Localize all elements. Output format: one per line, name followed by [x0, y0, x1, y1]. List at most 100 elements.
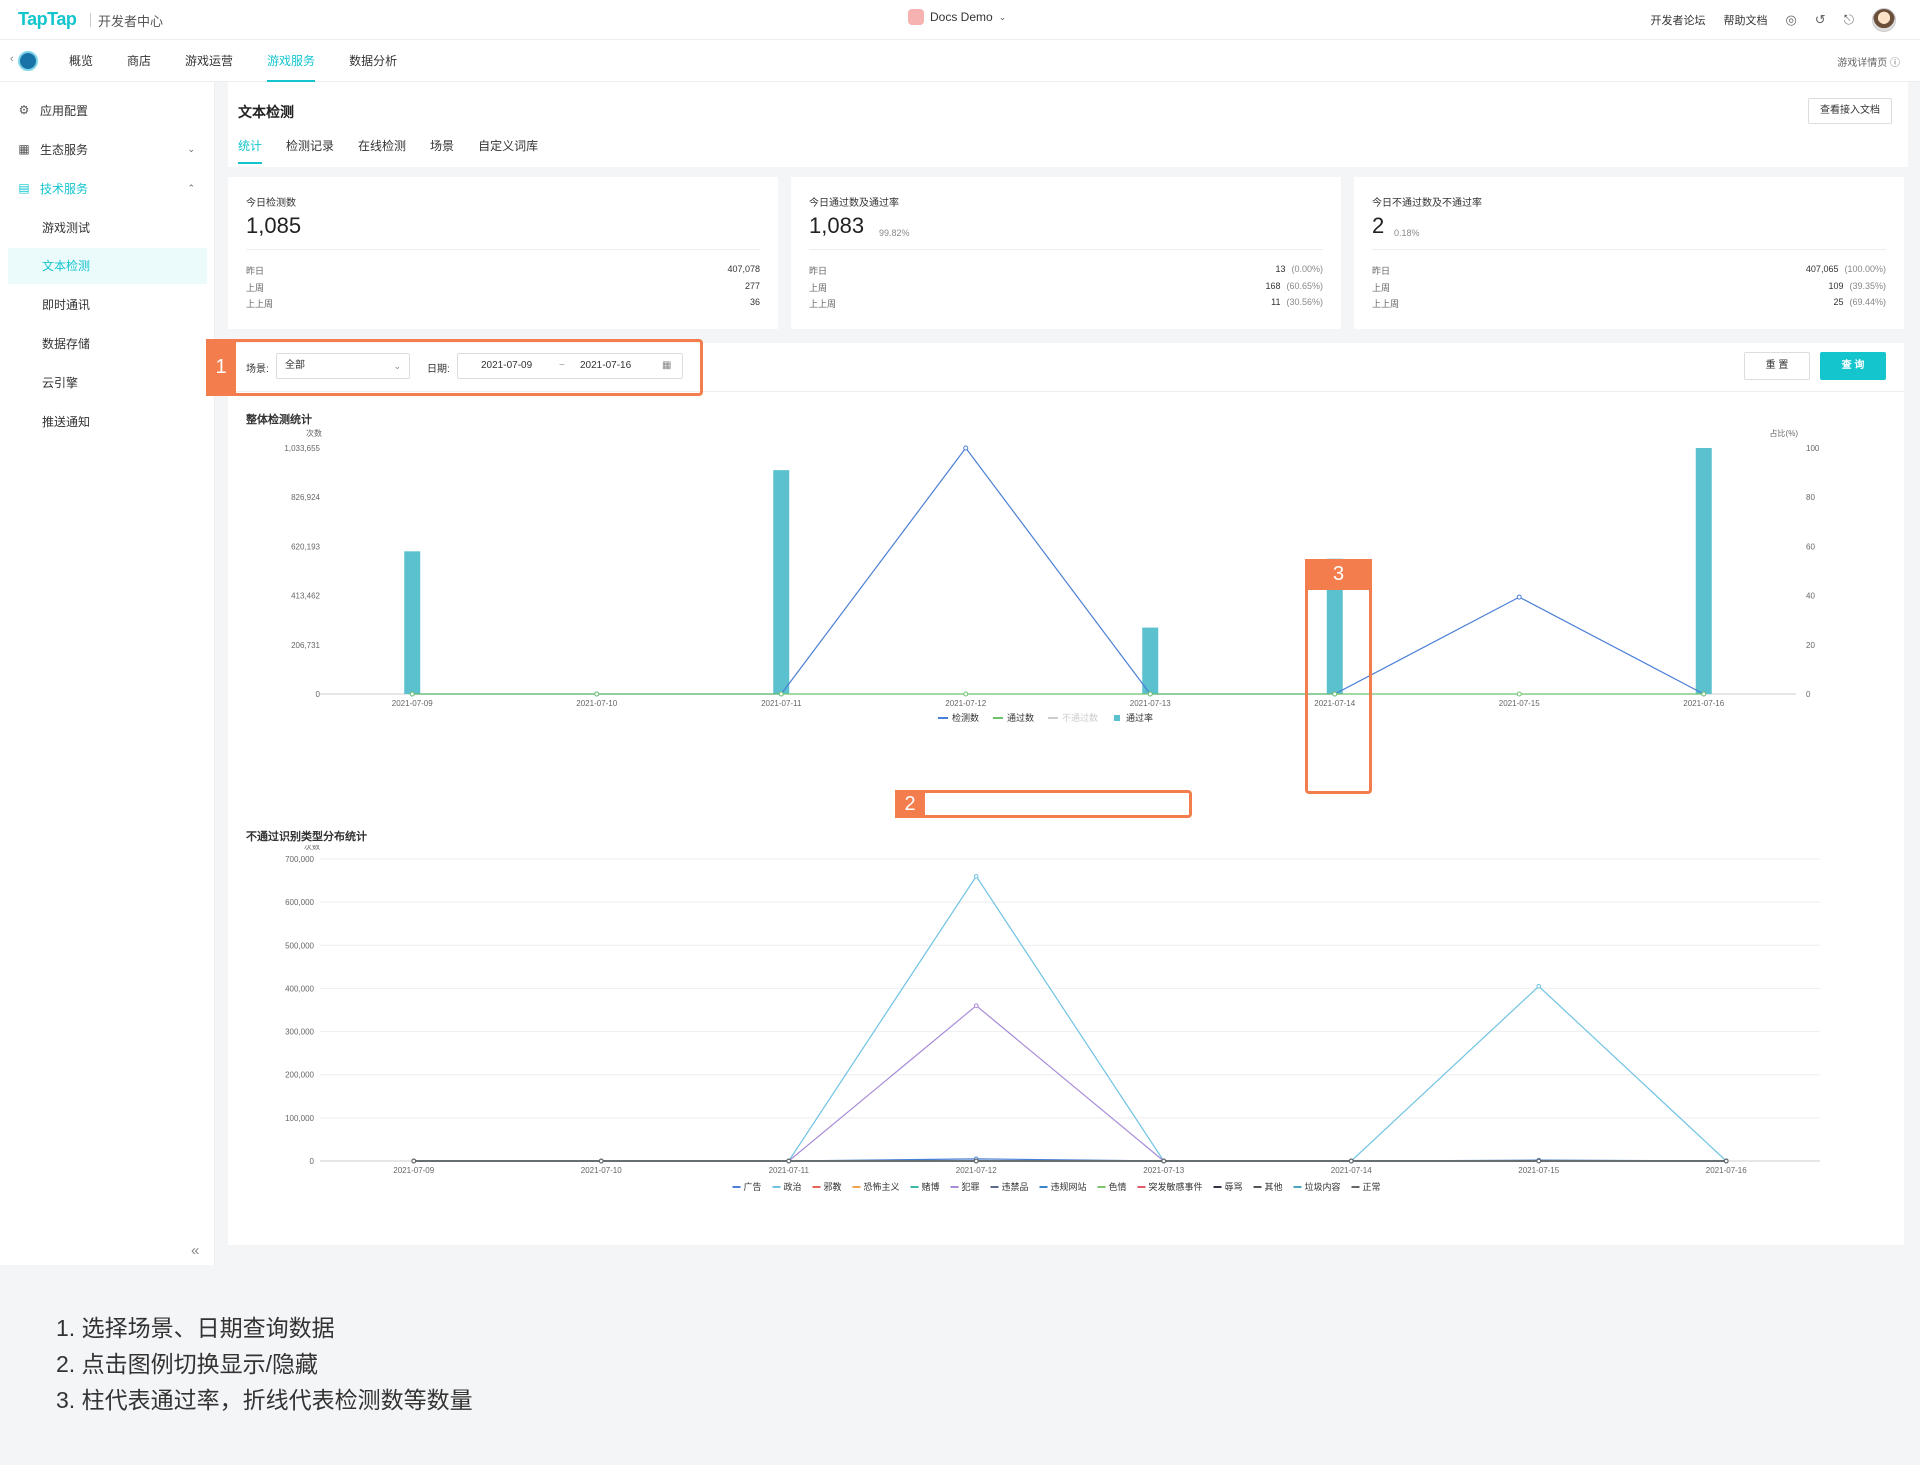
- sidebar-sub-push[interactable]: 推送通知: [8, 404, 207, 440]
- row-value: 407,065: [1805, 264, 1839, 274]
- stat-card-today-passed: 今日通过数及通过率 1,083 99.82% 昨日 13 (0.00%) 上周 168…: [791, 177, 1341, 329]
- legend-item: 赌博: [922, 1181, 940, 1192]
- data-point: [1723, 1158, 1729, 1164]
- sidebar-item-label: 应用配置: [40, 103, 89, 118]
- data-point: [411, 1158, 417, 1164]
- sidebar-item-label: 技术服务: [40, 181, 89, 196]
- sidebar-item-app-config[interactable]: ⚙ 应用配置: [8, 93, 207, 127]
- y-tick-label: 100,000: [285, 1114, 314, 1123]
- bell-icon[interactable]: ⎋: [1844, 12, 1854, 28]
- app-name: Docs Demo: [930, 10, 993, 24]
- annotation-box-1: [206, 339, 703, 396]
- sidebar-sub-game-testing[interactable]: 游戏测试: [8, 210, 207, 246]
- row-label: 上周: [1372, 283, 1391, 293]
- row-label: 昨日: [809, 266, 828, 276]
- card-row: 昨日 13 (0.00%): [809, 264, 1323, 278]
- data-point: [409, 691, 415, 697]
- row-rate: (39.35%): [1849, 281, 1886, 291]
- row-value: 25: [1833, 297, 1844, 307]
- legend-swatch: [1114, 715, 1120, 721]
- taptap-logo[interactable]: TapTap: [18, 9, 77, 30]
- reset-button[interactable]: 重 置: [1744, 352, 1810, 380]
- nav-tab-overview[interactable]: 概览: [52, 40, 110, 82]
- y-axis-right-label: 占比(%): [1770, 428, 1799, 438]
- nav-tab-store[interactable]: 商店: [110, 40, 168, 82]
- legend-item: 邪教: [824, 1181, 842, 1192]
- game-icon[interactable]: [18, 51, 38, 71]
- tab-statistics[interactable]: 统计: [238, 134, 263, 164]
- data-point: [1348, 1158, 1354, 1164]
- card-row: 上上周 25 (69.44%): [1372, 297, 1886, 311]
- annotation-number-3: 3: [1305, 559, 1372, 590]
- tab-scenes[interactable]: 场景: [430, 134, 454, 164]
- card-rate: 0.18%: [1394, 228, 1420, 238]
- row-label: 上周: [809, 283, 828, 293]
- sidebar-sub-text-detection[interactable]: 文本检测: [8, 248, 207, 284]
- y-right-tick-label: 100: [1806, 444, 1820, 453]
- view-docs-button[interactable]: 查看接入文档: [1808, 98, 1892, 124]
- tab-online-check[interactable]: 在线检测: [358, 134, 406, 164]
- tab-custom-dictionary[interactable]: 自定义词库: [478, 134, 538, 164]
- divider: [246, 249, 760, 250]
- sidebar-item-ecosystem[interactable]: ▦ 生态服务 ⌄: [8, 132, 207, 166]
- x-tick-label: 2021-07-15: [1499, 699, 1540, 708]
- sidebar-sub-cloud-engine[interactable]: 云引擎: [8, 365, 207, 401]
- chart-box-icon: ▦: [18, 142, 30, 156]
- nav-tab-analytics[interactable]: 数据分析: [332, 40, 414, 82]
- annotation-number-2: 2: [895, 790, 925, 818]
- bar-pass-rate: [404, 551, 421, 694]
- query-button[interactable]: 查 询: [1820, 352, 1886, 380]
- data-point: [1536, 983, 1542, 989]
- data-point: [1516, 691, 1522, 697]
- row-rate: (69.44%): [1849, 297, 1886, 307]
- card-row: 昨日 407,078: [246, 264, 760, 278]
- help-docs-link[interactable]: 帮助文档: [1723, 12, 1767, 28]
- briefcase-icon: ▤: [18, 181, 30, 195]
- forum-link[interactable]: 开发者论坛: [1650, 12, 1705, 28]
- app-switcher[interactable]: Docs Demo ⌄: [908, 9, 1006, 25]
- row-label: 上上周: [246, 299, 274, 309]
- logo-divider: [90, 13, 91, 27]
- x-tick-label: 2021-07-13: [1130, 699, 1171, 708]
- y-tick-label: 413,462: [291, 592, 320, 601]
- divider: [809, 249, 1323, 250]
- headset-icon[interactable]: ↺: [1815, 12, 1826, 28]
- x-tick-label: 2021-07-11: [761, 699, 802, 708]
- chevron-left-icon[interactable]: ‹: [10, 53, 14, 65]
- nav-tab-game-services[interactable]: 游戏服务: [250, 40, 332, 82]
- y-tick-label: 500,000: [285, 941, 314, 950]
- sidebar-sub-storage[interactable]: 数据存储: [8, 326, 207, 362]
- x-tick-label: 2021-07-14: [1331, 1166, 1372, 1175]
- instructions: 1. 选择场景、日期查询数据 2. 点击图例切换显示/隐藏 3. 柱代表通过率，…: [56, 1310, 473, 1418]
- legend-item: 不通过数: [1062, 712, 1098, 723]
- sidebar-item-tech-services[interactable]: ▤ 技术服务 ⌃: [8, 171, 207, 205]
- data-point: [1161, 1158, 1167, 1164]
- tab-records[interactable]: 检测记录: [286, 134, 334, 164]
- sidebar: ⚙ 应用配置 ▦ 生态服务 ⌄ ▤ 技术服务 ⌃ 游戏测试 文本检测 即时通讯 …: [0, 82, 215, 1265]
- y-tick-label: 200,000: [285, 1071, 314, 1080]
- nav-tab-operations[interactable]: 游戏运营: [168, 40, 250, 82]
- data-point: [973, 1003, 979, 1008]
- globe-icon[interactable]: ◎: [1785, 12, 1796, 28]
- row-value: 11: [1271, 297, 1281, 307]
- overall-chart-title: 整体检测统计: [246, 414, 312, 426]
- sidebar-sub-im[interactable]: 即时通讯: [8, 287, 207, 323]
- overall-stats-chart: 次数 占比(%) 0 206,731 413,462 620,193 826,924 1,03…: [284, 428, 1820, 723]
- x-tick-label: 2021-07-13: [1143, 1166, 1184, 1175]
- data-point: [594, 691, 600, 697]
- annotation-number-1: 1: [206, 339, 236, 396]
- y-tick-label: 300,000: [285, 1028, 314, 1037]
- collapse-sidebar-icon[interactable]: «: [191, 1242, 199, 1259]
- avatar[interactable]: [1872, 8, 1896, 32]
- y-right-tick-label: 40: [1806, 592, 1815, 601]
- row-label: 上周: [246, 283, 265, 293]
- data-point: [973, 1158, 979, 1164]
- x-tick-label: 2021-07-12: [945, 699, 986, 708]
- annotation-box-2: [895, 790, 1192, 818]
- data-point: [786, 1158, 792, 1164]
- row-label: 上上周: [1372, 299, 1400, 309]
- game-detail-link[interactable]: 游戏详情页 ⓘ: [1837, 54, 1900, 69]
- row-value: 109: [1828, 281, 1844, 291]
- data-point: [963, 691, 969, 697]
- card-label: 今日不通过数及不通过率: [1372, 198, 1482, 209]
